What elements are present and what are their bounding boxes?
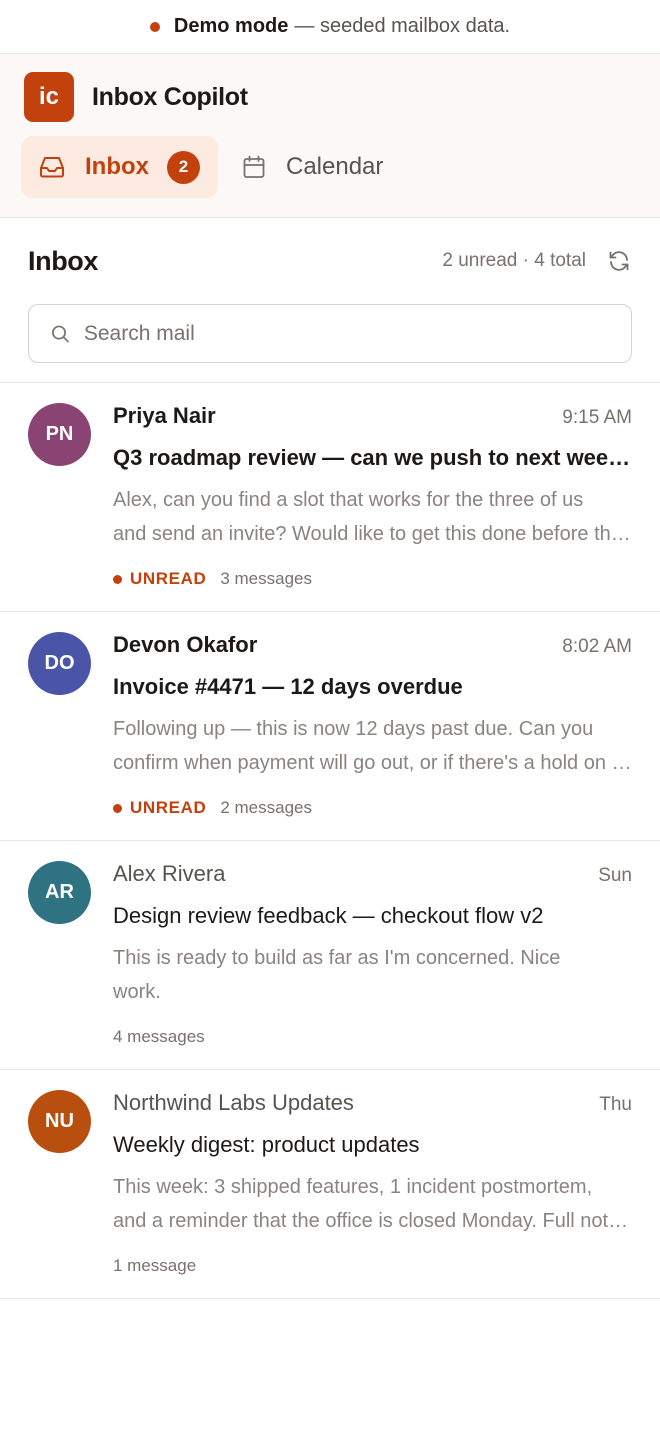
mail-list: PN Priya Nair 9:15 AM Q3 roadmap review … <box>0 383 660 1299</box>
search-icon <box>52 325 69 342</box>
mail-preview: Following up — this is now 12 days past … <box>113 712 632 780</box>
mail-preview-line: and a reminder that the office is closed… <box>113 1210 632 1232</box>
mail-sender: Alex Rivera <box>113 861 226 886</box>
demo-status-dot <box>149 21 160 32</box>
mail-sender: Devon Okafor <box>113 632 258 657</box>
mail-sender: Priya Nair <box>113 403 216 428</box>
mail-preview-line: This is ready to build as far as I'm con… <box>113 947 561 969</box>
inbox-toolbar: Inbox 2 unread · 4 total <box>0 218 660 383</box>
main-nav: Inbox 2 Calendar <box>21 136 638 198</box>
message-count: 4 messages <box>113 1027 205 1046</box>
unread-label: UNREAD <box>130 569 207 588</box>
page-title: Inbox <box>28 245 98 276</box>
mail-item-priya-nair[interactable]: PN Priya Nair 9:15 AM Q3 roadmap review … <box>0 383 660 612</box>
calendar-icon <box>243 155 265 178</box>
tab-inbox[interactable]: Inbox 2 <box>21 136 218 198</box>
mail-preview: This is ready to build as far as I'm con… <box>113 941 632 1009</box>
mail-preview: Alex, can you find a slot that works for… <box>113 483 632 551</box>
demo-mode-text: — seeded mailbox data. <box>294 15 511 37</box>
mail-subject: Q3 roadmap review — can we push to next … <box>113 445 632 470</box>
brand: ic Inbox Copilot <box>24 72 638 122</box>
mail-preview-line: confirm when payment will go out, or if … <box>113 752 632 774</box>
mail-time: Thu <box>599 1094 632 1115</box>
message-count: 2 messages <box>220 798 312 817</box>
refresh-button[interactable] <box>606 248 632 274</box>
inbox-counts: 2 unread · 4 total <box>442 250 586 271</box>
mail-preview-line: This week: 3 shipped features, 1 inciden… <box>113 1176 593 1198</box>
mail-preview-line: work. <box>113 981 161 1003</box>
mail-item-alex-rivera[interactable]: AR Alex Rivera Sun Design review feedbac… <box>0 841 660 1070</box>
search-input[interactable] <box>83 321 631 346</box>
mail-time: Sun <box>598 865 632 886</box>
avatar: AR <box>28 861 91 924</box>
unread-dot <box>113 574 122 584</box>
mail-subject: Weekly digest: product updates <box>113 1132 420 1157</box>
mail-sender: Northwind Labs Updates <box>113 1090 354 1115</box>
mail-item-devon-okafor[interactable]: DO Devon Okafor 8:02 AM Invoice #4471 — … <box>0 612 660 841</box>
tab-calendar-label: Calendar <box>286 153 384 180</box>
mail-preview-line: and send an invite? Would like to get th… <box>113 523 632 545</box>
message-count: 1 message <box>113 1256 197 1275</box>
tab-inbox-label: Inbox <box>85 153 149 180</box>
app-logo[interactable]: ic <box>24 72 74 122</box>
mail-time: 9:15 AM <box>562 407 632 428</box>
mail-subject: Invoice #4471 — 12 days overdue <box>113 674 463 699</box>
refresh-icon <box>609 251 629 271</box>
unread-dot <box>113 803 122 813</box>
search-box[interactable] <box>28 304 632 363</box>
inbox-tray-icon <box>40 157 64 178</box>
mail-preview-line: Alex, can you find a slot that works for… <box>113 489 584 511</box>
demo-mode-label: Demo mode <box>173 15 289 37</box>
app-header: ic Inbox Copilot Inbox 2 Calendar <box>0 54 660 218</box>
mail-preview: This week: 3 shipped features, 1 inciden… <box>113 1170 632 1238</box>
mail-time: 8:02 AM <box>562 636 632 657</box>
mail-item-northwind-labs[interactable]: NU Northwind Labs Updates Thu Weekly dig… <box>0 1070 660 1299</box>
demo-banner: Demo mode — seeded mailbox data. <box>0 0 660 54</box>
avatar: PN <box>28 403 91 466</box>
unread-label: UNREAD <box>130 798 207 817</box>
tab-calendar[interactable]: Calendar <box>224 136 401 198</box>
avatar: DO <box>28 632 91 695</box>
message-count: 3 messages <box>220 569 312 588</box>
inbox-unread-badge: 2 <box>167 150 200 184</box>
avatar: NU <box>28 1090 91 1153</box>
mail-subject: Design review feedback — checkout flow v… <box>113 903 544 928</box>
app-name: Inbox Copilot <box>92 82 248 111</box>
mail-preview-line: Following up — this is now 12 days past … <box>113 718 594 740</box>
